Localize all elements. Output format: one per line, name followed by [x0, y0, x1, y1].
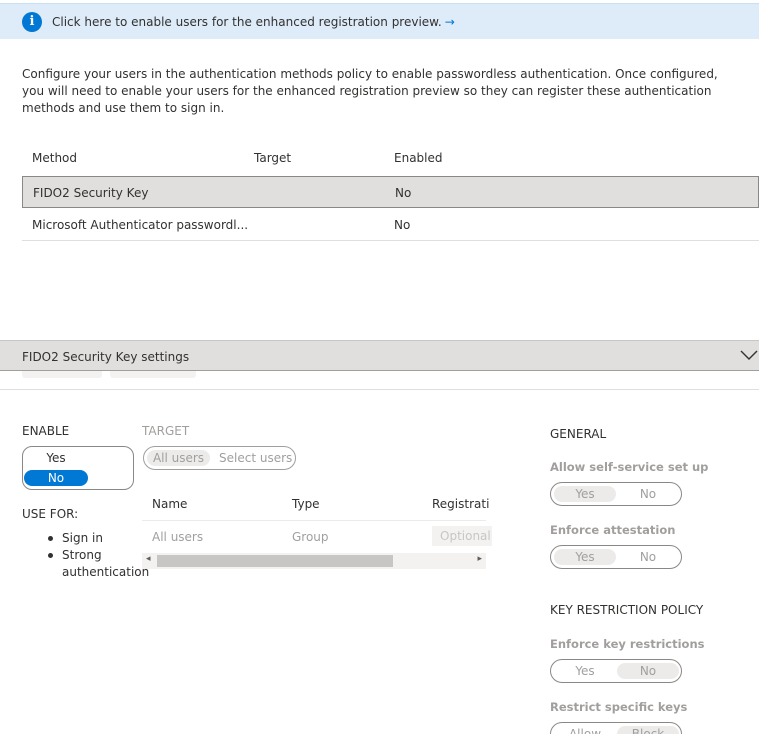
scroll-right-icon[interactable]: ▸ [477, 554, 482, 564]
scroll-left-icon[interactable]: ◂ [146, 554, 151, 564]
methods-grid: Method Target Enabled FIDO2 Security Key… [22, 145, 759, 241]
banner-text: Click here to enable users for the enhan… [52, 15, 442, 29]
enable-label: ENABLE [22, 424, 70, 438]
enable-no-option[interactable]: No [24, 470, 88, 486]
key-restriction-label: KEY RESTRICTION POLICY [550, 603, 704, 617]
preview-banner[interactable]: i Click here to enable users for the enh… [0, 3, 759, 39]
restrict-block-option[interactable]: Block [617, 726, 679, 734]
column-header-registration[interactable]: Registrati [432, 497, 489, 511]
method-enabled: No [394, 218, 411, 232]
description-text: Configure your users in the authenticati… [22, 67, 718, 115]
enable-selector[interactable]: Yes No [22, 446, 134, 490]
registration-dropdown[interactable]: Optional [432, 526, 492, 546]
target-all-users-option[interactable]: All users [147, 450, 210, 466]
target-select-users-option[interactable]: Select users [219, 450, 292, 466]
enable-yes-option[interactable]: Yes [24, 451, 88, 467]
method-name: FIDO2 Security Key [33, 186, 149, 200]
method-name: Microsoft Authenticator passwordl... [32, 218, 249, 232]
column-header-enabled[interactable]: Enabled [394, 151, 443, 165]
general-label: GENERAL [550, 427, 607, 441]
chevron-down-icon[interactable] [739, 345, 759, 365]
settings-panel-header[interactable]: FIDO2 Security Key settings [0, 340, 759, 371]
enforce-no-option[interactable]: No [617, 663, 679, 679]
restrict-keys-label: Restrict specific keys [550, 700, 688, 714]
method-row-authenticator[interactable]: Microsoft Authenticator passwordl... No [22, 209, 759, 241]
self-service-yes-option[interactable]: Yes [554, 486, 616, 502]
target-selector[interactable]: All users Select users [143, 446, 296, 470]
use-for-item: Sign in [48, 530, 144, 547]
self-service-label: Allow self-service set up [550, 460, 709, 474]
restrict-allow-option[interactable]: Allow [554, 726, 616, 734]
column-header-name[interactable]: Name [152, 497, 187, 511]
column-header-target[interactable]: Target [254, 151, 291, 165]
toolbar-button-stub[interactable] [22, 371, 102, 378]
info-icon: i [22, 12, 42, 32]
target-label: TARGET [142, 424, 190, 438]
target-name: All users [152, 530, 204, 544]
use-for-list: Sign in Strong authentication [48, 530, 149, 581]
enforce-yes-option[interactable]: Yes [554, 663, 616, 679]
use-for-item: Strong authentication [48, 547, 149, 581]
attestation-yes-option[interactable]: Yes [554, 549, 616, 565]
banner-link[interactable]: Click here to enable users for the enhan… [52, 15, 455, 29]
use-for-label: USE FOR: [22, 507, 79, 521]
column-header-method[interactable]: Method [32, 151, 77, 165]
self-service-no-option[interactable]: No [617, 486, 679, 502]
settings-panel-title: FIDO2 Security Key settings [22, 350, 190, 364]
self-service-toggle[interactable]: Yes No [550, 482, 682, 506]
attestation-label: Enforce attestation [550, 523, 676, 537]
target-type: Group [292, 530, 329, 544]
grid-header: Method Target Enabled [22, 145, 759, 175]
attestation-toggle[interactable]: Yes No [550, 545, 682, 569]
enforce-key-toggle[interactable]: Yes No [550, 659, 682, 683]
method-row-fido2[interactable]: FIDO2 Security Key No [22, 176, 759, 208]
method-enabled: No [395, 186, 412, 200]
scrollbar-thumb[interactable] [157, 555, 393, 567]
divider [0, 389, 759, 390]
arrow-right-icon: → [444, 15, 455, 29]
restrict-keys-toggle[interactable]: Allow Block [550, 722, 682, 734]
toolbar-button-stub[interactable] [110, 371, 196, 378]
horizontal-scrollbar[interactable]: ◂ ▸ [142, 553, 486, 569]
attestation-no-option[interactable]: No [617, 549, 679, 565]
target-row[interactable]: All users Group Optional [142, 520, 492, 552]
column-header-type[interactable]: Type [292, 497, 320, 511]
enforce-key-label: Enforce key restrictions [550, 637, 705, 651]
